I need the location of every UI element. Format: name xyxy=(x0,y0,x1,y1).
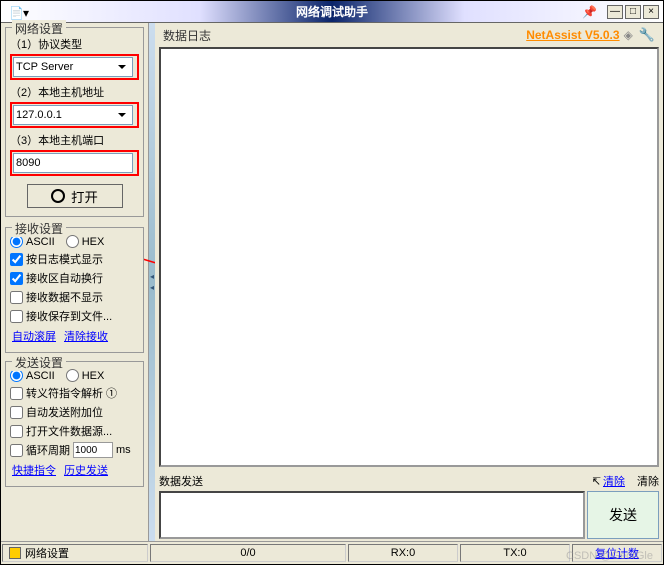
autoscroll-link[interactable]: 自动滚屏 xyxy=(12,328,56,344)
maximize-button[interactable]: □ xyxy=(625,5,641,19)
status-rx: RX:0 xyxy=(348,544,458,562)
window-title: 网络调试助手 xyxy=(296,3,368,20)
status-icon xyxy=(9,547,21,559)
clear-recv-link[interactable]: 清除接收 xyxy=(64,328,108,344)
highlight-box xyxy=(10,150,139,176)
shortcut-link[interactable]: 快捷指令 xyxy=(12,462,56,478)
minimize-button[interactable]: — xyxy=(607,5,623,19)
open-button[interactable]: 打开 xyxy=(27,184,123,208)
hide-recv-check[interactable] xyxy=(10,291,23,304)
dropdown-icon[interactable]: ▾ xyxy=(23,6,33,18)
network-settings-group: 网络设置 （1）协议类型 TCP Server （2）本地主机地址 127.0.… xyxy=(5,27,144,217)
statusbar: 网络设置 0/0 RX:0 TX:0 复位计数 xyxy=(1,541,663,563)
tool-icon[interactable]: 🔧 xyxy=(639,27,655,43)
status-tx: TX:0 xyxy=(460,544,570,562)
group-title: 接收设置 xyxy=(12,220,66,237)
group-title: 网络设置 xyxy=(12,20,66,37)
autowrap-check[interactable] xyxy=(10,272,23,285)
send-hex-radio[interactable] xyxy=(66,369,79,382)
host-select[interactable]: 127.0.0.1 xyxy=(13,105,133,125)
log-title: 数据日志 xyxy=(163,27,526,44)
history-link[interactable]: 历史发送 xyxy=(64,462,108,478)
logmode-check[interactable] xyxy=(10,253,23,266)
sidebar: 网络设置 （1）协议类型 TCP Server （2）本地主机地址 127.0.… xyxy=(1,23,149,541)
app-icon: 📄 xyxy=(9,6,19,18)
diamond-icon: ◈ xyxy=(624,28,633,42)
protocol-select[interactable]: TCP Server xyxy=(13,57,133,77)
main-panel: 数据日志 NetAssist V5.0.3 ◈ 🔧 数据发送 ↸ 清除 清除 发… xyxy=(155,23,663,541)
highlight-box: 127.0.0.1 xyxy=(10,102,139,128)
file-source-check[interactable] xyxy=(10,425,23,438)
send-textarea[interactable] xyxy=(159,491,585,539)
status-stat1: 0/0 xyxy=(150,544,346,562)
status-label: 网络设置 xyxy=(25,545,69,561)
port-input[interactable] xyxy=(13,153,133,173)
group-title: 发送设置 xyxy=(12,354,66,371)
clear-icon: ↸ xyxy=(592,475,601,488)
loop-check[interactable] xyxy=(10,444,23,457)
log-textarea[interactable] xyxy=(159,47,659,467)
port-label: （3）本地主机端口 xyxy=(10,132,139,148)
auto-append-check[interactable] xyxy=(10,406,23,419)
save-file-check[interactable] xyxy=(10,310,23,323)
titlebar: 📄 ▾ 网络调试助手 📌 — □ × xyxy=(1,1,663,23)
close-button[interactable]: × xyxy=(643,5,659,19)
loop-period-input[interactable] xyxy=(73,442,113,458)
send-title: 数据发送 xyxy=(159,473,203,489)
send-settings-group: 发送设置 ASCII HEX 转义符指令解析 ① 自动发送附加位 打开文件数据源… xyxy=(5,361,144,487)
escape-check[interactable] xyxy=(10,387,23,400)
brand-link[interactable]: NetAssist V5.0.3 xyxy=(526,28,619,42)
watermark: CSDN @GeorGle xyxy=(566,550,653,562)
highlight-box: TCP Server xyxy=(10,54,139,80)
hex-radio[interactable] xyxy=(66,235,79,248)
receive-settings-group: 接收设置 ASCII HEX 按日志模式显示 接收区自动换行 接收数据不显示 接… xyxy=(5,227,144,353)
clear-send-link[interactable]: 清除 xyxy=(603,473,625,489)
send-button[interactable]: 发送 xyxy=(587,491,659,539)
protocol-label: （1）协议类型 xyxy=(10,36,139,52)
host-label: （2）本地主机地址 xyxy=(10,84,139,100)
pin-icon[interactable]: 📌 xyxy=(582,5,597,19)
clear-btn-text: 清除 xyxy=(637,473,659,489)
